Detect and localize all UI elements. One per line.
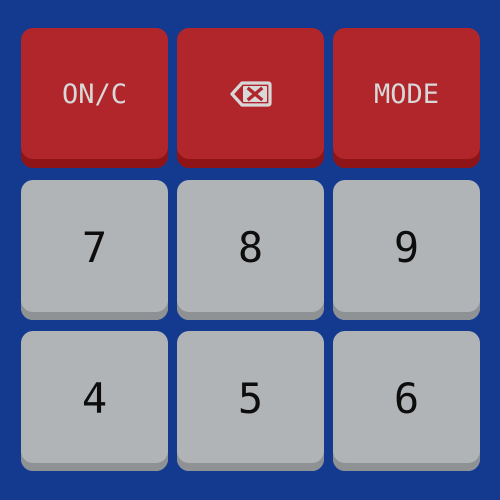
digit-label: 8 [237,222,264,272]
digit-4-button[interactable]: 4 [21,331,168,471]
digit-label: 6 [393,373,420,423]
on-clear-label: ON/C [61,78,128,110]
mode-button[interactable]: MODE [333,28,480,168]
on-clear-button[interactable]: ON/C [21,28,168,168]
digit-label: 4 [81,373,108,423]
digit-label: 7 [81,222,108,272]
backspace-button[interactable] [177,28,324,168]
digit-9-button[interactable]: 9 [333,180,480,320]
digit-7-button[interactable]: 7 [21,180,168,320]
mode-label: MODE [373,78,440,110]
digit-8-button[interactable]: 8 [177,180,324,320]
digit-label: 5 [237,373,264,423]
digit-5-button[interactable]: 5 [177,331,324,471]
digit-6-button[interactable]: 6 [333,331,480,471]
calculator-keypad: ON/C MODE 7 8 9 4 5 6 [0,0,500,500]
backspace-icon [229,80,272,108]
digit-label: 9 [393,222,420,272]
